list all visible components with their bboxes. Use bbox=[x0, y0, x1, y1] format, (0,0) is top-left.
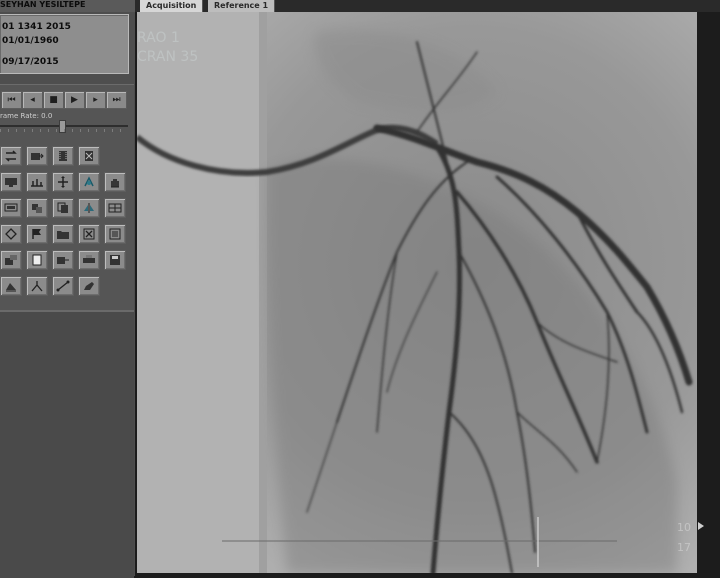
step-forward-icon: ▸ bbox=[93, 95, 98, 105]
layout-icon bbox=[108, 203, 122, 213]
flag-button[interactable] bbox=[26, 224, 48, 244]
rotate-button[interactable] bbox=[0, 224, 22, 244]
patient-name: SEYHAN YESILTEPE bbox=[0, 0, 135, 12]
step-forward-button[interactable]: ▸ bbox=[85, 91, 106, 109]
projection-label-rao: RAO 1 bbox=[137, 30, 180, 46]
roi-button[interactable] bbox=[78, 172, 100, 192]
flag-icon bbox=[32, 229, 41, 239]
layout-button[interactable] bbox=[104, 198, 126, 218]
frame-pointer-icon bbox=[698, 522, 704, 530]
skip-to-start-button[interactable]: ⏮ bbox=[1, 91, 22, 109]
swap-icon bbox=[5, 150, 17, 162]
play-icon: ▶ bbox=[71, 95, 78, 105]
play-button[interactable]: ▶ bbox=[64, 91, 85, 109]
tool-grid bbox=[0, 140, 134, 300]
frame-counter-bottom: 17 bbox=[677, 541, 691, 554]
hand-icon bbox=[111, 179, 119, 188]
patient-info-box: 01 1341 2015 01/01/1960 09/17/2015 bbox=[0, 14, 129, 74]
erase-button[interactable] bbox=[0, 276, 22, 296]
print-button[interactable] bbox=[78, 250, 100, 270]
stack-icon bbox=[32, 204, 42, 213]
frame-rate-slider-ticks bbox=[0, 129, 128, 132]
skip-to-end-icon: ⏭ bbox=[112, 95, 121, 105]
measure-button[interactable] bbox=[52, 276, 74, 296]
import-button[interactable] bbox=[0, 250, 22, 270]
study-date: 09/17/2015 bbox=[2, 57, 59, 67]
hand-button[interactable] bbox=[104, 172, 126, 192]
measure-icon bbox=[56, 280, 70, 292]
pen-button[interactable] bbox=[78, 276, 100, 296]
angle-icon bbox=[31, 281, 43, 292]
copy-button[interactable] bbox=[52, 198, 74, 218]
print-icon bbox=[83, 255, 95, 263]
tab-acquisition[interactable]: Acquisition bbox=[140, 0, 204, 12]
display-icon bbox=[5, 178, 17, 187]
pen-icon bbox=[84, 282, 94, 290]
control-panel: SEYHAN YESILTEPE 01 1341 2015 01/01/1960… bbox=[0, 0, 135, 578]
step-back-icon: ◂ bbox=[30, 95, 35, 105]
stop-icon: ■ bbox=[49, 95, 58, 105]
erase-icon bbox=[6, 283, 16, 292]
frame-rate-label: rame Rate: 0.0 bbox=[0, 112, 53, 120]
pan-icon bbox=[58, 176, 68, 188]
film-icon bbox=[59, 151, 67, 161]
window-level-button[interactable] bbox=[26, 172, 48, 192]
swap-button[interactable] bbox=[0, 146, 22, 166]
roi-icon bbox=[84, 176, 94, 187]
delete-film-icon bbox=[85, 151, 93, 161]
pan-button[interactable] bbox=[52, 172, 74, 192]
film-button[interactable] bbox=[52, 146, 74, 166]
projection-label-cran: CRAN 35 bbox=[137, 49, 199, 65]
export-icon bbox=[57, 257, 69, 264]
angiography-image-viewport[interactable]: RAO 1 CRAN 35 bbox=[137, 12, 697, 573]
frame-counter-top: 10 bbox=[677, 521, 691, 534]
monitor-button[interactable] bbox=[0, 198, 22, 218]
import-icon bbox=[5, 255, 17, 265]
page-button[interactable] bbox=[26, 250, 48, 270]
rotate-icon bbox=[5, 228, 17, 240]
viewer-tabs: Acquisition Reference 1 bbox=[135, 0, 720, 12]
display-button[interactable] bbox=[0, 172, 22, 192]
angle-button[interactable] bbox=[26, 276, 48, 296]
flip-icon bbox=[84, 203, 94, 213]
fluoroscopy-image bbox=[137, 12, 697, 573]
close-icon bbox=[83, 228, 95, 240]
folder-button[interactable] bbox=[52, 224, 74, 244]
stop-button[interactable]: ■ bbox=[43, 91, 64, 109]
window-level-icon bbox=[31, 179, 43, 187]
tab-reference-1[interactable]: Reference 1 bbox=[208, 0, 276, 12]
flip-button[interactable] bbox=[78, 198, 100, 218]
close-button[interactable] bbox=[78, 224, 100, 244]
folder-out-icon bbox=[31, 153, 44, 160]
list-button[interactable] bbox=[104, 224, 126, 244]
export-button[interactable] bbox=[52, 250, 74, 270]
patient-birth-date: 01/01/1960 bbox=[2, 36, 59, 46]
folder-icon bbox=[57, 231, 69, 239]
page-icon bbox=[32, 254, 42, 266]
skip-to-end-button[interactable]: ⏭ bbox=[106, 91, 127, 109]
skip-to-start-icon: ⏮ bbox=[7, 95, 16, 105]
save-button[interactable] bbox=[104, 250, 126, 270]
copy-icon bbox=[57, 202, 68, 213]
monitor-icon bbox=[4, 203, 18, 212]
step-back-button[interactable]: ◂ bbox=[22, 91, 43, 109]
folder-out-button[interactable] bbox=[26, 146, 48, 166]
delete-film-button[interactable] bbox=[78, 146, 100, 166]
list-icon bbox=[109, 228, 121, 240]
panel-empty-area bbox=[0, 310, 134, 578]
save-icon bbox=[110, 255, 120, 265]
patient-id: 01 1341 2015 bbox=[2, 22, 71, 32]
stack-button[interactable] bbox=[26, 198, 48, 218]
